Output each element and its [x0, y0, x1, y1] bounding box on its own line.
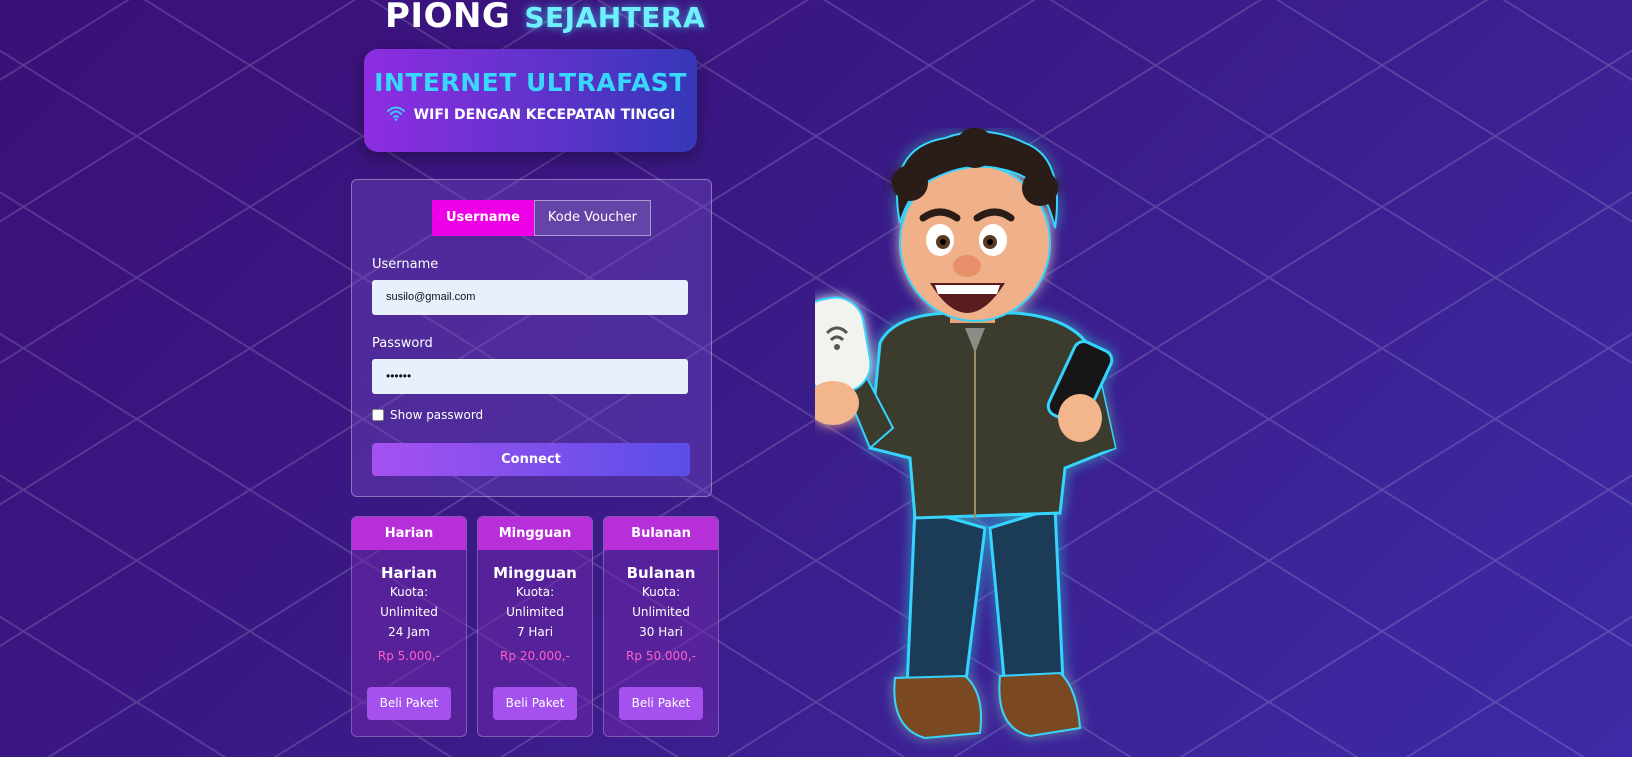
package-quota: Unlimited [632, 605, 690, 619]
package-quota-label: Kuota: [641, 585, 681, 599]
show-password-label: Show password [390, 408, 484, 422]
show-password-row: Show password [372, 408, 483, 422]
package-card-harian: Harian Harian Kuota: Unlimited 24 Jam Rp… [351, 516, 467, 737]
package-duration: 24 Jam [388, 625, 430, 639]
package-price: Rp 5.000,- [377, 649, 441, 663]
package-header: Harian [352, 517, 466, 550]
package-name: Mingguan [493, 564, 577, 582]
tab-username[interactable]: Username [432, 200, 534, 236]
buy-package-button[interactable]: Beli Paket [367, 687, 451, 720]
buy-package-button[interactable]: Beli Paket [493, 687, 577, 720]
package-duration: 30 Hari [639, 625, 683, 639]
package-list: Harian Harian Kuota: Unlimited 24 Jam Rp… [351, 516, 719, 737]
package-name: Harian [380, 564, 437, 582]
brand-word-1: PIONG [385, 0, 511, 36]
package-quota: Unlimited [380, 605, 438, 619]
package-price: Rp 50.000,- [626, 649, 696, 663]
password-label: Password [372, 336, 433, 351]
package-duration: 7 Hari [516, 625, 554, 639]
package-card-bulanan: Bulanan Bulanan Kuota: Unlimited 30 Hari… [603, 516, 719, 737]
package-header: Bulanan [604, 517, 718, 550]
package-name: Bulanan [626, 564, 696, 582]
brand-word-2: SEJAHTERA [524, 1, 706, 34]
package-card-mingguan: Mingguan Mingguan Kuota: Unlimited 7 Har… [477, 516, 593, 737]
hero-subtitle: WIFI DENGAN KECEPATAN TINGGI [413, 107, 676, 123]
mascot-illustration [815, 128, 1117, 740]
brand-logo: PIONG SEJAHTERA [385, 0, 705, 36]
password-input[interactable]: •••••• [372, 359, 688, 394]
username-label: Username [372, 257, 439, 272]
hero-subtitle-row: WIFI DENGAN KECEPATAN TINGGI [364, 105, 697, 125]
hero-banner: INTERNET ULTRAFAST WIFI DENGAN KECEPATAN… [364, 49, 697, 152]
hero-title: INTERNET ULTRAFAST [374, 68, 687, 97]
connect-button[interactable]: Connect [372, 443, 690, 476]
buy-package-button[interactable]: Beli Paket [619, 687, 703, 720]
login-card: Username Kode Voucher Username susilo@gm… [351, 179, 712, 497]
package-price: Rp 20.000,- [500, 649, 570, 663]
package-quota: Unlimited [506, 605, 564, 619]
username-input[interactable]: susilo@gmail.com [372, 280, 688, 315]
wifi-icon [386, 105, 406, 125]
show-password-checkbox[interactable] [372, 409, 384, 421]
package-quota-label: Kuota: [389, 585, 429, 599]
package-header: Mingguan [478, 517, 592, 550]
login-tabs: Username Kode Voucher [432, 200, 651, 236]
tab-kode-voucher[interactable]: Kode Voucher [533, 200, 651, 236]
package-quota-label: Kuota: [515, 585, 555, 599]
